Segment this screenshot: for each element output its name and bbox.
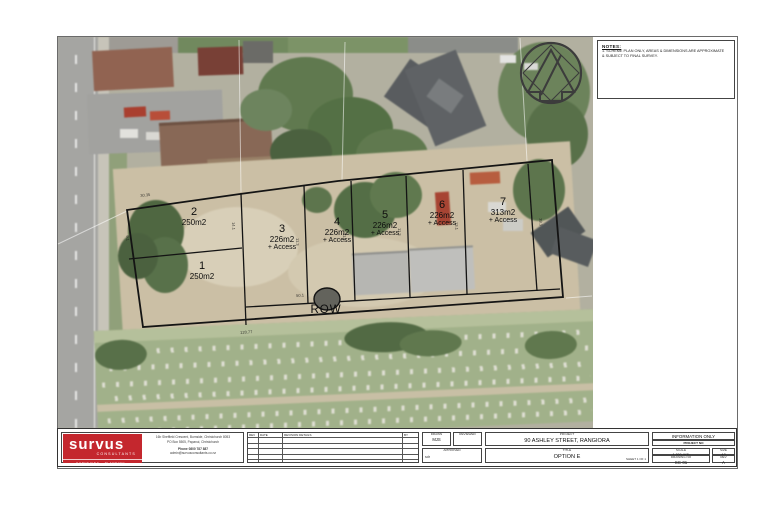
- lot-label-6: 6 226m2 + Access: [410, 200, 474, 227]
- shed-roof: [409, 245, 475, 292]
- vegetation: [288, 37, 408, 53]
- details-col-header: REVISION DETAILS: [283, 433, 403, 437]
- signoff-block: DRAWN MJS REVIEWED APPROVED sdr: [422, 432, 482, 463]
- white-car: [524, 63, 538, 70]
- approved-value: sdr: [425, 455, 481, 459]
- project-no-cell: PROJECT NO: [652, 440, 735, 446]
- row-label: ROW: [298, 304, 354, 316]
- revision-empty-row: [248, 460, 418, 463]
- project-no-text: PROJECT NO: [653, 441, 734, 446]
- drawn-cell: DRAWN MJS: [422, 432, 451, 446]
- notes-box: NOTES: 1. SCHEME PLAN ONLY, AREAS & DIME…: [597, 40, 735, 99]
- by-col-header: BY: [403, 433, 418, 437]
- dimension-label: 11.3: [342, 233, 347, 241]
- rev-value: A: [713, 460, 734, 465]
- revision-table: REV DATE REVISION DETAILS BY A 24/04/18 …: [247, 432, 419, 463]
- lot-label-1: 1 250m2: [170, 261, 234, 281]
- scheme-plan-sheet: 1 250m2 2 250m2 3 226m2 + Access 4 226m2…: [0, 0, 768, 512]
- lot-area: 226m2: [353, 222, 417, 230]
- info-block: INFORMATION ONLY PROJECT NO SCALE 1:300 …: [652, 432, 735, 463]
- dimension-label: 30.35: [140, 192, 150, 198]
- address-line: PO Box 5505, Papanui, Christchurch: [143, 440, 243, 445]
- lot-area: 250m2: [170, 273, 234, 281]
- lot-label-2: 2 250m2: [162, 207, 226, 227]
- approved-label: APPROVED: [423, 449, 481, 453]
- dimension-label: 9.1: [125, 235, 131, 241]
- title-block: survus CONSULTANTS SURVEYING · PLANNING …: [57, 428, 737, 467]
- sheet-number: SHEET 1 OF 1: [626, 457, 646, 461]
- lot-number: 2: [162, 207, 226, 219]
- lot-access: + Access: [305, 237, 369, 244]
- company-cell: survus CONSULTANTS SURVEYING · PLANNING …: [61, 432, 244, 463]
- logo-tagline: SURVEYING · PLANNING · ENGINEERING: [63, 459, 142, 463]
- shed-roof: [352, 251, 410, 296]
- project-value: 90 ASHLEY STREET, RANGIORA: [486, 438, 648, 444]
- size-cell: SIZE A3: [712, 448, 735, 455]
- lot-number: 6: [410, 200, 474, 212]
- dimension-label: 120.77: [240, 329, 253, 335]
- dimension-label: 11.3: [397, 228, 402, 236]
- date-col-header: DATE: [259, 433, 283, 437]
- lot-access: + Access: [250, 244, 314, 251]
- lot-access: + Access: [471, 217, 535, 224]
- red-truck: [150, 111, 170, 121]
- tree: [240, 89, 292, 131]
- tree: [302, 187, 332, 213]
- reviewed-label: REVIEWED: [454, 433, 481, 437]
- lot-number: 1: [170, 261, 234, 273]
- rev-cell: REV A: [712, 455, 735, 463]
- lot-area: 226m2: [410, 212, 474, 220]
- dimension-label: 50.1: [296, 292, 304, 298]
- roof: [92, 47, 174, 91]
- white-van: [120, 129, 138, 138]
- dimension-label: 38.1: [538, 218, 544, 226]
- rev-col-header: REV: [248, 433, 259, 437]
- roof: [243, 41, 273, 63]
- white-car: [500, 55, 516, 63]
- drawing-no-cell: DRAWING NO SC-01: [652, 455, 710, 463]
- logo-brand-text: survus: [69, 437, 142, 452]
- lot-area: 313m2: [471, 209, 535, 217]
- dimension-label: 11.3: [295, 238, 300, 246]
- project-block: PROJECT 90 ASHLEY STREET, RANGIORA TITLE…: [485, 432, 649, 463]
- road-centerline: [75, 37, 77, 428]
- drawn-value: MJS: [423, 437, 450, 442]
- lot-label-5: 5 226m2 + Access: [353, 210, 417, 237]
- dimension-label: 13.1: [454, 222, 459, 230]
- drawing-no-value: SC-01: [653, 460, 709, 465]
- notes-line: & SUBJECT TO FINAL SURVEY.: [602, 54, 730, 59]
- title-cell: TITLE OPTION E SHEET 1 OF 1: [485, 448, 649, 463]
- lot-access: + Access: [410, 220, 474, 227]
- scale-cell: SCALE 1:300 (A3): [652, 448, 710, 455]
- red-truck: [124, 106, 146, 117]
- tree: [118, 233, 158, 279]
- lot-label-7: 7 313m2 + Access: [471, 197, 535, 224]
- company-address: 16b Sheffield Crescent, Burnside, Christ…: [143, 435, 243, 456]
- lot-area: 250m2: [162, 219, 226, 227]
- company-email: admin@survusconsultants.co.nz: [143, 451, 243, 456]
- lot-number: 7: [471, 197, 535, 209]
- lot-number: 5: [353, 210, 417, 222]
- roof: [408, 37, 518, 53]
- approved-cell: APPROVED sdr: [422, 448, 482, 463]
- status-cell: INFORMATION ONLY: [652, 432, 735, 440]
- orange-truck: [470, 171, 501, 185]
- survus-logo: survus CONSULTANTS SURVEYING · PLANNING …: [63, 434, 142, 463]
- tree: [524, 330, 577, 360]
- title-label: TITLE: [486, 449, 648, 453]
- title-value: OPTION E: [486, 454, 648, 460]
- cemetery: [94, 309, 593, 428]
- status-text: INFORMATION ONLY: [653, 433, 734, 440]
- roof: [198, 46, 244, 76]
- project-cell: PROJECT 90 ASHLEY STREET, RANGIORA: [485, 432, 649, 446]
- reviewed-cell: REVIEWED: [453, 432, 482, 446]
- project-label: PROJECT: [486, 433, 648, 437]
- dimension-label: 14.1: [231, 222, 236, 230]
- lot-access: + Access: [353, 230, 417, 237]
